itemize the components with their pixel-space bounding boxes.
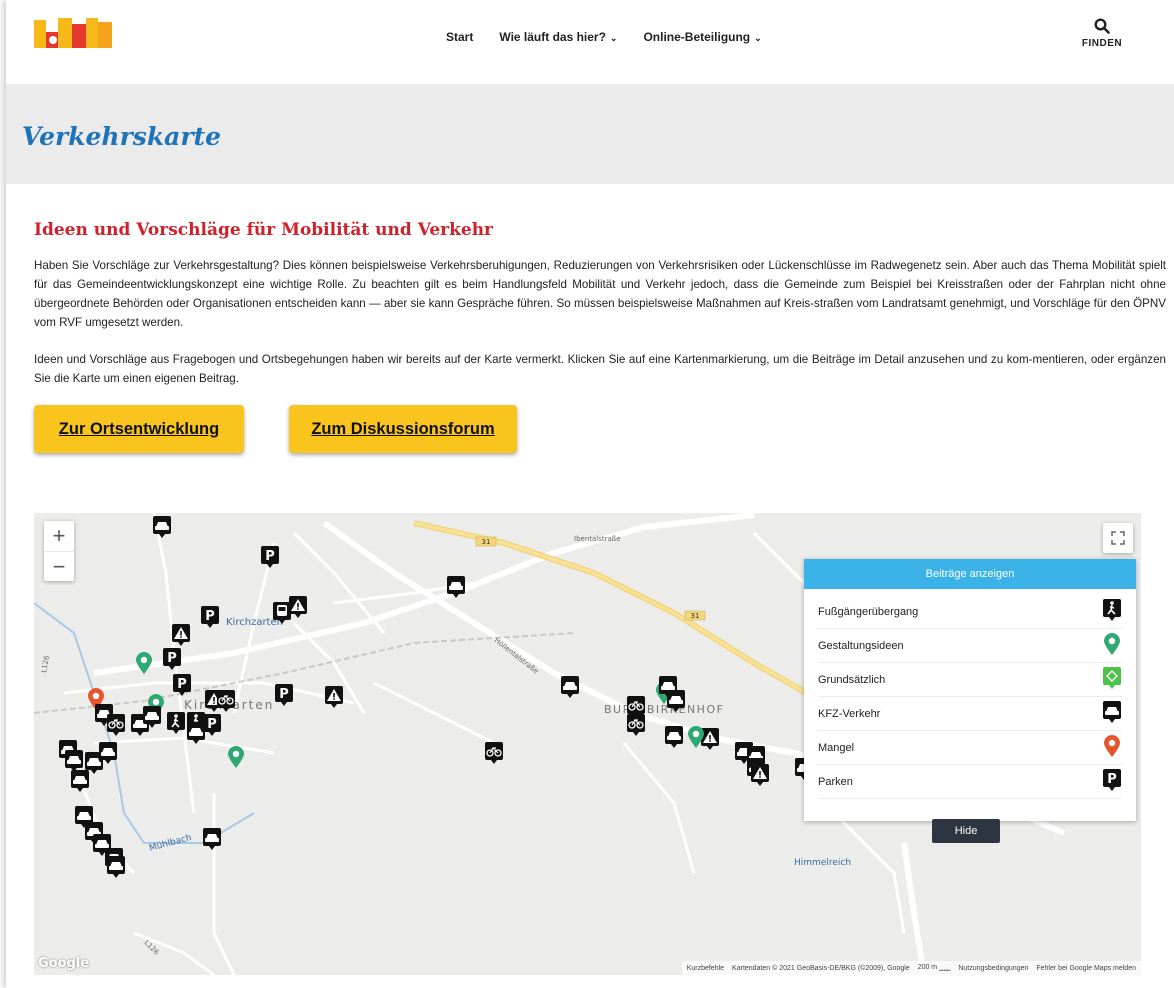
green-pin-marker-icon[interactable]	[134, 651, 154, 675]
intro-section: Ideen und Vorschläge für Mobilität und V…	[34, 220, 1166, 388]
panel-title[interactable]: Beiträge anzeigen	[804, 559, 1136, 589]
map-label-hoellentalstrasse: Höllentalstraße	[493, 636, 540, 675]
category-label: Gestaltungsideen	[818, 639, 904, 652]
zoom-in-button[interactable]: +	[44, 521, 74, 551]
category-label: Parken	[818, 775, 853, 788]
svg-text:P: P	[167, 651, 177, 666]
car-marker-icon[interactable]	[70, 769, 90, 793]
bike-marker-icon[interactable]	[626, 713, 646, 737]
page-title: Verkehrskarte	[22, 122, 221, 151]
page-frame: Start Wie läuft das hier? ⌄ Online-Beteil…	[6, 0, 1174, 988]
keyboard-shortcuts-link[interactable]: Kurzbefehle	[687, 965, 724, 972]
bike-marker-icon[interactable]	[106, 713, 126, 737]
green-pin-marker-icon[interactable]	[686, 725, 706, 749]
ortsentwicklung-button[interactable]: Zur Ortsentwicklung	[34, 405, 244, 453]
green-pin-marker-icon[interactable]	[226, 745, 246, 769]
category-list: Fußgängerübergang Gestaltungsideen Grundsä…	[804, 589, 1136, 799]
map-label-ibentalstrasse: Ibentalstraße	[574, 535, 621, 543]
svg-text:P: P	[205, 609, 215, 624]
category-row[interactable]: Fußgängerübergang	[818, 595, 1122, 629]
terms-link[interactable]: Nutzungsbedingungen	[958, 965, 1028, 972]
traffic-map[interactable]: 31 31 Kirchzarten Kirchzarten BURG-BIRKE…	[34, 513, 1141, 975]
google-logo: Google	[38, 956, 90, 971]
map-label-l126: L126	[40, 654, 51, 673]
category-row[interactable]: Mangel	[818, 731, 1122, 765]
fullscreen-icon	[1111, 531, 1125, 545]
parking-marker-icon[interactable]: P	[162, 647, 182, 671]
warning-marker-icon[interactable]	[750, 763, 770, 787]
nav-item-start[interactable]: Start	[446, 30, 473, 44]
car-marker-icon[interactable]	[560, 675, 580, 699]
map-data-credit: Kartendaten © 2021 GeoBasis-DE/BKG (©200…	[732, 964, 910, 972]
report-error-link[interactable]: Fehler bei Google Maps melden	[1036, 965, 1136, 972]
category-row[interactable]: Parken P	[818, 765, 1122, 799]
car-marker-icon[interactable]	[186, 721, 206, 745]
fullscreen-button[interactable]	[1103, 523, 1133, 553]
pedestrian-crossing-icon	[1102, 598, 1122, 625]
car-marker-icon[interactable]	[98, 741, 118, 765]
category-row[interactable]: Gestaltungsideen	[818, 629, 1122, 663]
main-nav: Start Wie läuft das hier? ⌄ Online-Beteil…	[446, 30, 762, 44]
diskussionsforum-button[interactable]: Zum Diskussionsforum	[289, 405, 517, 453]
search-button[interactable]: FINDEN	[1080, 18, 1124, 49]
parking-marker-icon[interactable]: P	[260, 545, 280, 569]
category-label: Mangel	[818, 741, 855, 754]
car-marker-icon[interactable]	[202, 827, 222, 851]
warning-marker-icon[interactable]	[288, 595, 308, 619]
orange-pin-icon	[1102, 734, 1122, 761]
svg-text:P: P	[177, 677, 187, 692]
category-label: Grundsätzlich	[818, 673, 886, 686]
section-heading: Ideen und Vorschläge für Mobilität und V…	[34, 220, 494, 240]
site-header: Start Wie läuft das hier? ⌄ Online-Beteil…	[6, 0, 1174, 84]
pedestrian-marker-icon[interactable]	[166, 711, 186, 735]
instructions-paragraph: Ideen und Vorschläge aus Fragebogen und …	[34, 353, 1166, 385]
svg-text:P: P	[279, 687, 289, 702]
svg-text:P: P	[265, 549, 275, 564]
parking-marker-icon[interactable]: P	[200, 605, 220, 629]
chevron-down-icon: ⌄	[754, 33, 762, 43]
chevron-down-icon: ⌄	[609, 33, 618, 43]
general-icon	[1102, 666, 1122, 693]
category-row[interactable]: Grundsätzlich	[818, 663, 1122, 697]
scale-bar: 200 m ⎵⎵⎵⎵	[917, 964, 951, 971]
map-label-muehlbach: Mühlbach	[148, 833, 193, 854]
car-marker-icon[interactable]	[664, 725, 684, 749]
bike-marker-icon[interactable]	[484, 741, 504, 765]
category-panel: Beiträge anzeigen Fußgängerübergang Gesta…	[804, 559, 1136, 821]
bike-marker-icon[interactable]	[216, 689, 236, 713]
category-label: Fußgängerübergang	[818, 605, 919, 618]
map-label-himmelreich: Himmelreich	[794, 858, 851, 868]
parking-icon: P	[1102, 768, 1122, 795]
nav-item-online-beteiligung[interactable]: Online-Beteiligung ⌄	[643, 30, 761, 44]
route-31-label: 31	[482, 538, 491, 546]
intro-paragraph: Haben Sie Vorschläge zur Verkehrsgestalt…	[34, 259, 1166, 329]
warning-marker-icon[interactable]	[324, 685, 344, 709]
car-marker-icon[interactable]	[152, 515, 172, 539]
search-label: FINDEN	[1081, 38, 1123, 49]
green-pin-icon	[1102, 632, 1122, 659]
nav-item-ablauf[interactable]: Wie läuft das hier? ⌄	[499, 30, 617, 44]
title-band: Verkehrskarte	[6, 84, 1174, 184]
hide-panel-button[interactable]: Hide	[932, 819, 1000, 843]
zoom-out-button[interactable]: −	[44, 551, 74, 581]
parking-marker-icon[interactable]: P	[274, 683, 294, 707]
svg-text:P: P	[207, 717, 217, 732]
map-attribution: Kurzbefehle Kartendaten © 2021 GeoBasis-…	[681, 961, 1141, 975]
parking-marker-icon[interactable]: P	[172, 673, 192, 697]
car-marker-icon[interactable]	[446, 575, 466, 599]
category-label: KFZ-Verkehr	[818, 707, 881, 720]
car-marker-icon[interactable]	[142, 705, 162, 729]
jetzt-logo[interactable]	[32, 14, 116, 56]
search-icon	[1094, 18, 1110, 34]
route-31-label-east: 31	[691, 612, 700, 620]
svg-text:P: P	[1107, 772, 1117, 787]
car-marker-icon[interactable]	[666, 689, 686, 713]
category-row[interactable]: KFZ-Verkehr	[818, 697, 1122, 731]
zoom-control: + −	[44, 521, 74, 581]
car-marker-icon[interactable]	[106, 855, 126, 879]
car-icon	[1102, 700, 1122, 727]
warning-marker-icon[interactable]	[171, 623, 191, 647]
